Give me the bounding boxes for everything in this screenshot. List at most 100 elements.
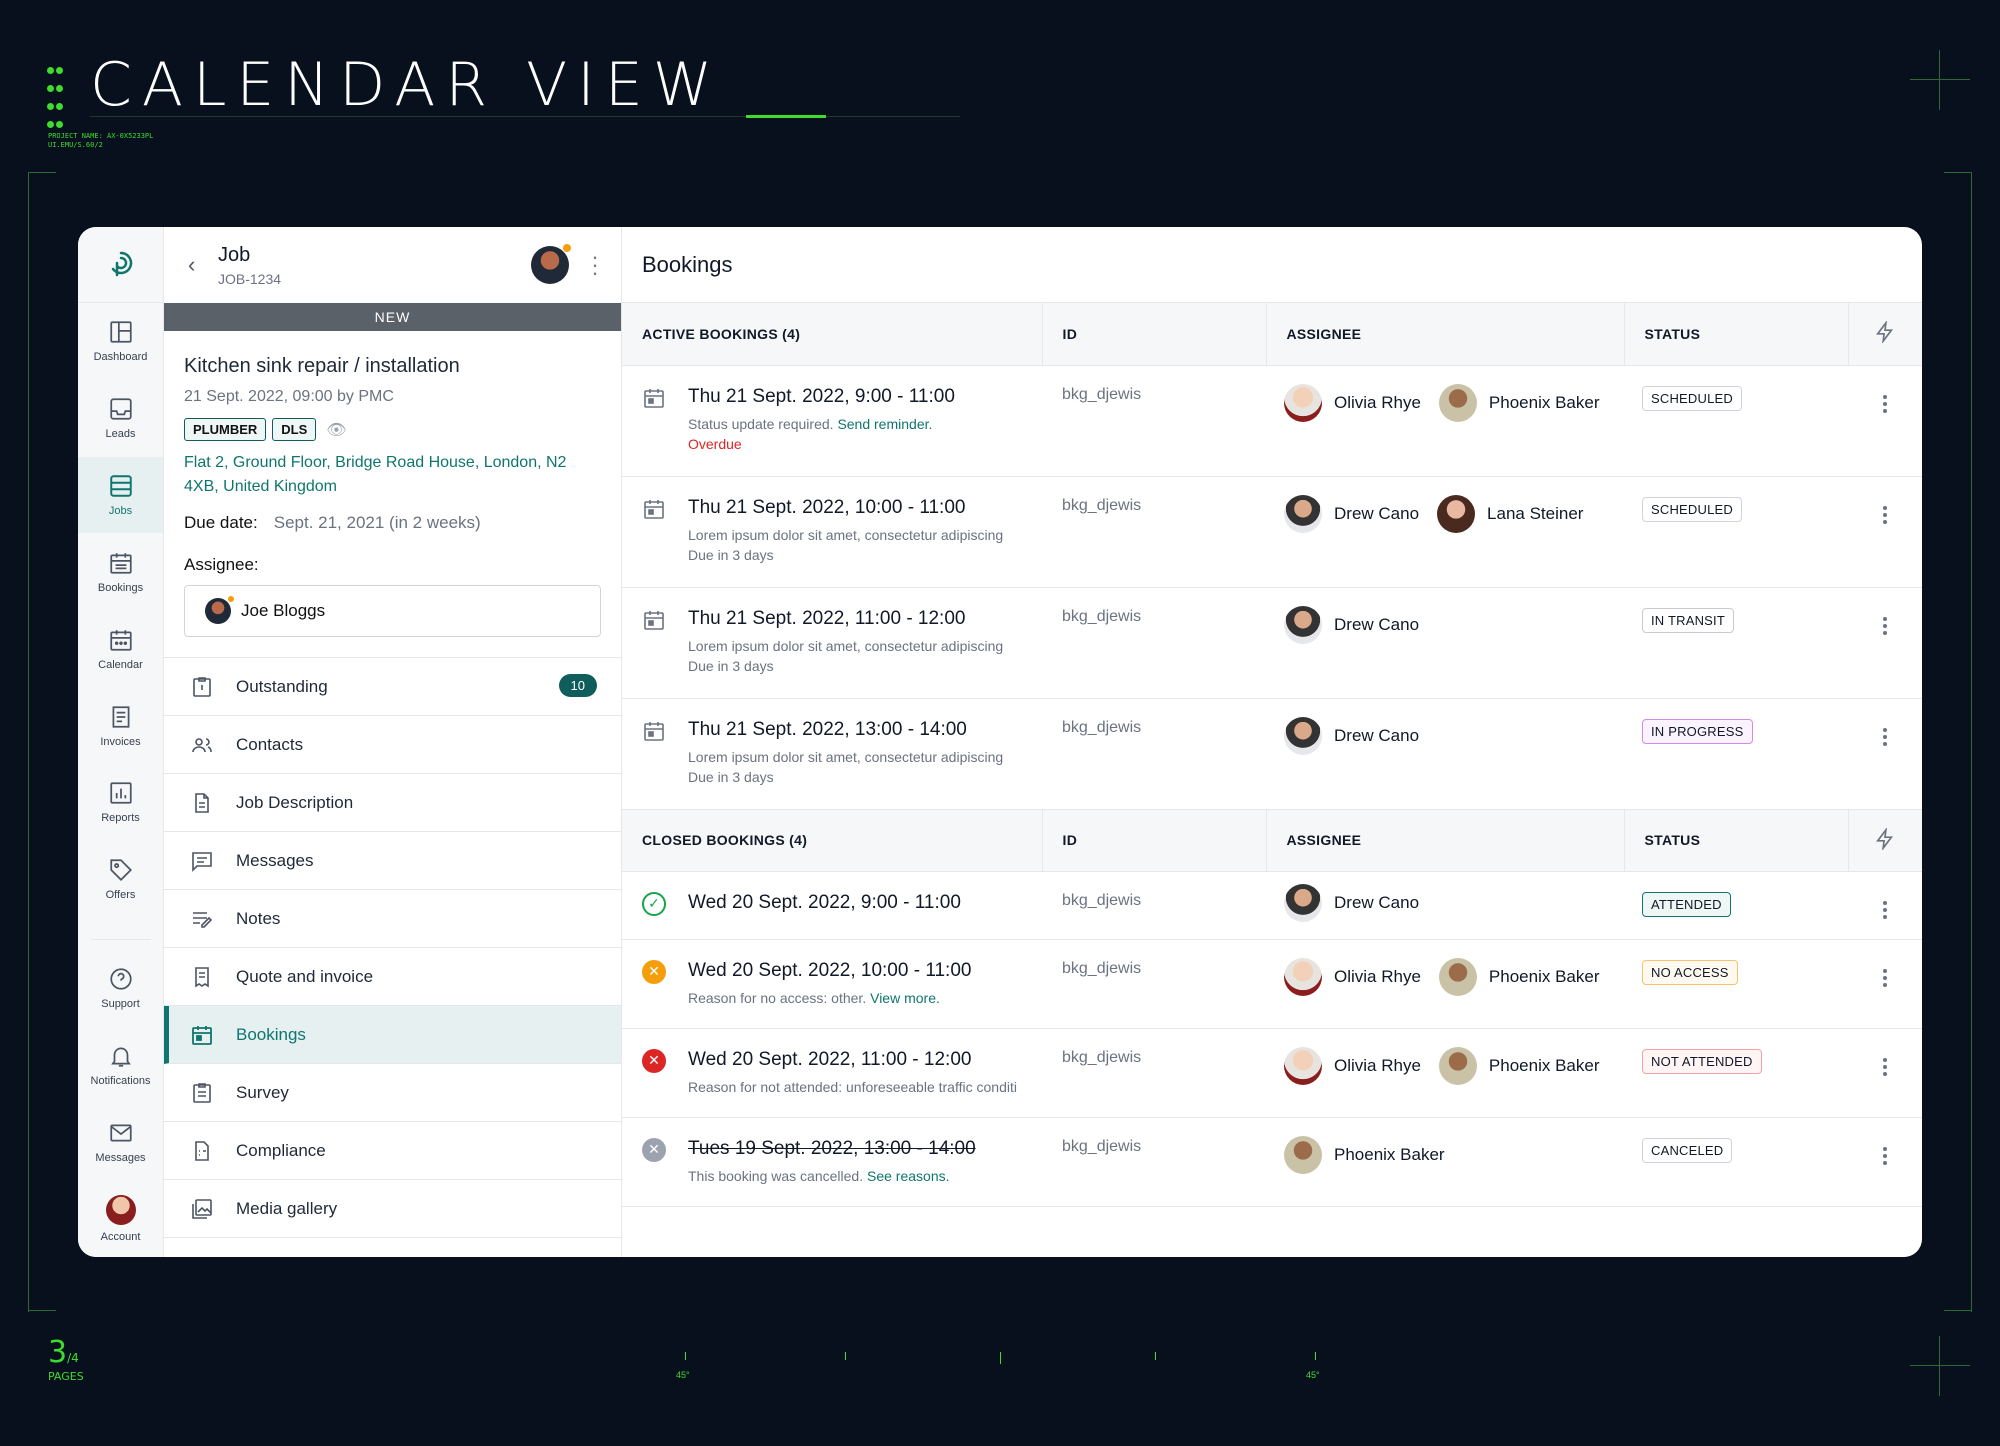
due-date: Due date: Sept. 21, 2021 (in 2 weeks) — [184, 513, 601, 533]
status-badge: SCHEDULED — [1642, 496, 1742, 522]
table-row[interactable]: ✕ Wed 20 Sept. 2022, 10:00 - 11:00 Reaso… — [622, 939, 1922, 1029]
booking-id: bkg_djewis — [1042, 476, 1266, 588]
brand-logo-icon[interactable] — [78, 227, 163, 303]
more-vertical-icon[interactable] — [1883, 900, 1887, 919]
assignee-person[interactable]: Lana Steiner — [1437, 494, 1583, 533]
status-badge: IN TRANSIT — [1642, 607, 1734, 633]
menu-item-contacts[interactable]: Contacts — [164, 716, 621, 774]
sidebar-item-jobs[interactable]: Jobs — [78, 456, 163, 534]
sidebar-item-label: Offers — [105, 889, 136, 902]
sidebar-item-notifications[interactable]: Notifications — [78, 1026, 163, 1103]
notes-icon — [193, 911, 213, 928]
table-header-closed: CLOSED BOOKINGS (4) ID ASSIGNEE STATUS — [622, 809, 1922, 872]
quick-actions-button[interactable] — [1848, 809, 1922, 872]
assignee-field[interactable]: Joe Bloggs — [184, 585, 601, 637]
menu-item-messages[interactable]: Messages — [164, 832, 621, 890]
mail-icon — [109, 1124, 132, 1142]
sidebar-item-support[interactable]: Support — [78, 950, 163, 1027]
sidebar-item-invoices[interactable]: Invoices — [78, 687, 163, 764]
avatar — [1284, 716, 1322, 755]
menu-item-quote-invoice[interactable]: Quote and invoice — [164, 948, 621, 1006]
tag-dls[interactable]: DLS — [272, 418, 317, 441]
help-icon — [109, 968, 132, 990]
sidebar-item-offers[interactable]: Offers — [78, 841, 163, 918]
frame-corner — [28, 1310, 56, 1311]
more-vertical-icon[interactable] — [1883, 616, 1887, 635]
table-row[interactable]: ✕ Tues 19 Sept. 2022, 13:00 - 14:00 This… — [622, 1117, 1922, 1207]
assignee-person[interactable]: Olivia Rhye — [1284, 383, 1421, 422]
status-badge: SCHEDULED — [1642, 385, 1742, 411]
more-vertical-icon[interactable] — [1883, 727, 1887, 746]
assignee-person[interactable]: Drew Cano — [1284, 716, 1419, 755]
table-row[interactable]: Thu 21 Sept. 2022, 13:00 - 14:00 Lorem i… — [622, 698, 1922, 810]
more-vertical-icon[interactable] — [1883, 505, 1887, 524]
table-row[interactable]: Thu 21 Sept. 2022, 10:00 - 11:00 Lorem i… — [622, 476, 1922, 588]
assignee-person[interactable]: Olivia Rhye — [1284, 1046, 1421, 1085]
see-reasons-link[interactable]: See reasons. — [867, 1168, 950, 1184]
assignee-person[interactable]: Phoenix Baker — [1284, 1135, 1445, 1174]
sidebar-item-bookings[interactable]: Bookings — [78, 533, 163, 610]
menu-item-label: Bookings — [236, 1024, 306, 1044]
assignee-person[interactable]: Phoenix Baker — [1438, 383, 1600, 422]
column-header-section: ACTIVE BOOKINGS (4) — [622, 303, 1043, 366]
avatar — [1284, 1135, 1322, 1174]
sidebar-item-calendar[interactable]: Calendar — [78, 610, 163, 687]
more-vertical-icon[interactable] — [1883, 394, 1887, 413]
more-vertical-icon[interactable] — [1883, 1146, 1887, 1165]
menu-item-survey[interactable]: Survey — [164, 1064, 621, 1122]
send-reminder-link[interactable]: Send reminder. — [837, 416, 932, 432]
assignee-person[interactable]: Phoenix Baker — [1438, 1046, 1600, 1085]
sidebar-item-leads[interactable]: Leads — [78, 380, 163, 457]
avatar[interactable] — [531, 244, 571, 284]
assignee-person[interactable]: Drew Cano — [1284, 883, 1419, 922]
sidebar-item-reports[interactable]: Reports — [78, 764, 163, 841]
menu-item-job-description[interactable]: Job Description — [164, 774, 621, 832]
assignee-person[interactable]: Drew Cano — [1284, 605, 1419, 644]
menu-item-bookings[interactable]: Bookings — [164, 1006, 621, 1064]
sidebar-item-messages[interactable]: Messages — [78, 1103, 163, 1180]
more-vertical-icon[interactable] — [1883, 968, 1887, 987]
job-address-link[interactable]: Flat 2, Ground Floor, Bridge Road House,… — [184, 451, 601, 499]
job-tags: PLUMBER DLS 👁 — [184, 418, 601, 441]
booking-id: bkg_djewis — [1042, 1117, 1266, 1207]
compliance-icon — [195, 1140, 209, 1161]
avatar — [205, 596, 234, 624]
table-row[interactable]: Thu 21 Sept. 2022, 9:00 - 11:00 Status u… — [622, 365, 1922, 477]
frame-edge — [1971, 172, 1972, 1312]
menu-item-notes[interactable]: Notes — [164, 890, 621, 948]
booking-id: bkg_djewis — [1042, 1028, 1266, 1118]
more-vertical-icon[interactable]: · · · — [587, 246, 603, 284]
menu-item-compliance[interactable]: Compliance — [164, 1122, 621, 1180]
chevron-left-icon[interactable]: ‹ — [188, 252, 218, 278]
avatar — [1284, 1046, 1322, 1085]
sidebar-divider — [90, 918, 151, 940]
view-more-link[interactable]: View more. — [870, 990, 940, 1006]
table-row[interactable]: Thu 21 Sept. 2022, 11:00 - 12:00 Lorem i… — [622, 587, 1922, 699]
error-circle-icon: ✕ — [642, 1048, 666, 1073]
calendar-icon — [109, 629, 132, 651]
sidebar-item-label: Bookings — [97, 581, 144, 594]
quick-actions-button[interactable] — [1848, 303, 1922, 366]
tag-plumber[interactable]: PLUMBER — [184, 418, 267, 441]
assignee-person[interactable]: Olivia Rhye — [1284, 957, 1421, 996]
sidebar-item-label: Support — [101, 997, 140, 1010]
table-row[interactable]: ✓ Wed 20 Sept. 2022, 9:00 - 11:00 bkg_dj… — [622, 871, 1922, 940]
menu-item-media-gallery[interactable]: Media gallery — [164, 1180, 621, 1238]
avatar — [1284, 883, 1322, 922]
assignee-name: Joe Bloggs — [241, 601, 326, 620]
receipt-icon — [195, 966, 209, 987]
sidebar-item-account[interactable]: Account — [78, 1180, 163, 1257]
menu-item-outstanding[interactable]: Outstanding 10 — [164, 658, 621, 716]
angle-label: 45° — [1306, 1370, 1320, 1380]
eye-icon[interactable]: 👁 — [326, 420, 346, 440]
booking-time: Wed 20 Sept. 2022, 11:00 - 12:00 — [688, 1048, 972, 1070]
table-row[interactable]: ✕ Wed 20 Sept. 2022, 11:00 - 12:00 Reaso… — [622, 1028, 1922, 1118]
assignee-person[interactable]: Drew Cano — [1284, 494, 1419, 533]
booking-id: bkg_djewis — [1042, 365, 1266, 477]
booking-note: Lorem ipsum dolor sit amet, consectetur … — [688, 637, 1004, 654]
page-counter: 3/4 PAGES — [48, 1335, 84, 1383]
more-vertical-icon[interactable] — [1883, 1057, 1887, 1076]
crosshair-icon — [1910, 1336, 1970, 1396]
assignee-person[interactable]: Phoenix Baker — [1438, 957, 1600, 996]
sidebar-item-dashboard[interactable]: Dashboard — [78, 303, 163, 380]
